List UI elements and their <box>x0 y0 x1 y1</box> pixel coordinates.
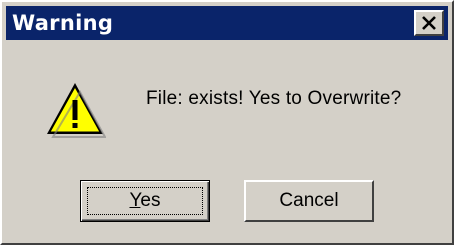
window-title: Warning <box>12 11 114 35</box>
warning-triangle-icon <box>47 83 106 138</box>
title-bar[interactable]: Warning <box>6 6 448 40</box>
cancel-button-label: Cancel <box>279 190 339 211</box>
cancel-button[interactable]: Cancel <box>244 180 374 222</box>
warning-dialog: Warning File: exists! Yes to Overwrite? … <box>0 0 454 245</box>
warning-message: File: exists! Yes to Overwrite? <box>146 88 402 109</box>
yes-button[interactable]: Yes <box>80 180 210 222</box>
close-x-icon <box>422 16 436 30</box>
close-button[interactable] <box>414 10 444 36</box>
yes-button-label: Yes <box>129 190 161 211</box>
